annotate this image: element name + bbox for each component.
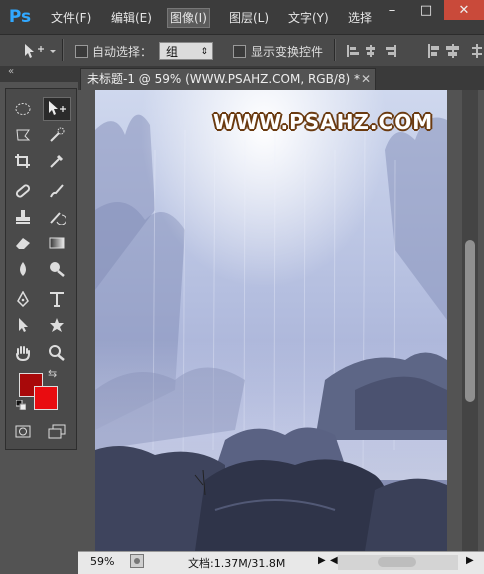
- menu-bar: Ps 文件(F) 编辑(E) 图像(I) 图层(L) 文字(Y) 选择 – □ …: [0, 0, 484, 34]
- swap-colors-icon[interactable]: ⇆: [48, 367, 57, 380]
- default-colors-icon[interactable]: [15, 399, 27, 411]
- zoom-icon[interactable]: [43, 341, 71, 365]
- menu-type[interactable]: 文字(Y): [286, 9, 331, 27]
- auto-select-checkbox[interactable]: [75, 45, 88, 58]
- horizontal-scroll-thumb[interactable]: [378, 557, 416, 567]
- restore-button[interactable]: □: [408, 0, 444, 20]
- menu-layer[interactable]: 图层(L): [227, 9, 271, 27]
- menu-image[interactable]: 图像(I): [167, 8, 210, 28]
- menu-file[interactable]: 文件(F): [49, 9, 93, 27]
- photoshop-logo[interactable]: Ps: [5, 5, 35, 29]
- eyedropper-icon[interactable]: [43, 149, 71, 173]
- path-select-icon[interactable]: [9, 313, 37, 337]
- menu-select[interactable]: 选择: [346, 9, 374, 27]
- document-tab[interactable]: 未标题-1 @ 59% (WWW.PSAHZ.COM, RGB/8) * ✕: [80, 68, 376, 90]
- document-size: 文档:1.37M/31.8M: [188, 557, 286, 570]
- options-separator: [62, 39, 64, 61]
- crop-icon[interactable]: [9, 149, 37, 173]
- minimize-button[interactable]: –: [374, 0, 410, 20]
- canvas-image[interactable]: WWW.PSAHZ.COM: [95, 90, 447, 551]
- zoom-level[interactable]: 59%: [90, 555, 114, 568]
- auto-select-label: 自动选择：: [92, 45, 153, 59]
- vertical-scroll-thumb[interactable]: [465, 240, 475, 402]
- toolbox: ⇆: [5, 88, 77, 450]
- document-tab-title: 未标题-1 @ 59% (WWW.PSAHZ.COM, RGB/8) *: [87, 72, 360, 86]
- menu-edit[interactable]: 编辑(E): [109, 9, 154, 27]
- hand-icon[interactable]: [9, 341, 37, 365]
- status-bar: 59% 文档:1.37M/31.8M ▶ ◀ ▶: [78, 551, 484, 574]
- quick-select-icon[interactable]: [43, 123, 71, 147]
- show-transform-checkbox[interactable]: [233, 45, 246, 58]
- shape-icon[interactable]: [43, 313, 71, 337]
- toolbox-header[interactable]: «: [0, 66, 78, 82]
- auto-select-dropdown[interactable]: 组 ⇕: [159, 42, 213, 60]
- background-color-swatch[interactable]: [34, 386, 58, 410]
- watermark-text: WWW.PSAHZ.COM: [213, 110, 434, 134]
- blur-icon[interactable]: [9, 257, 37, 281]
- pen-icon[interactable]: [9, 287, 37, 311]
- scroll-left-icon[interactable]: ◀: [330, 555, 338, 566]
- spinner-arrows-icon: ⇕: [200, 47, 208, 57]
- align-buttons: [346, 43, 484, 62]
- status-menu-icon[interactable]: [130, 554, 144, 571]
- show-transform-label: 显示变换控件: [251, 45, 324, 59]
- auto-select-value: 组: [166, 45, 179, 59]
- quick-mask-icon[interactable]: [9, 419, 37, 443]
- eraser-icon[interactable]: [9, 231, 37, 255]
- move-tool-preset-icon[interactable]: [22, 43, 56, 62]
- brush-icon[interactable]: [43, 179, 71, 203]
- dodge-icon[interactable]: [43, 257, 71, 281]
- screen-mode-icon[interactable]: [43, 419, 71, 443]
- healing-icon[interactable]: [9, 179, 37, 203]
- gradient-icon[interactable]: [43, 231, 71, 255]
- stamp-icon[interactable]: [9, 205, 37, 229]
- lasso-icon[interactable]: [9, 123, 37, 147]
- history-brush-icon[interactable]: [43, 205, 71, 229]
- close-button[interactable]: ✕: [444, 0, 484, 20]
- marquee-icon[interactable]: [9, 97, 37, 121]
- type-icon[interactable]: [43, 287, 71, 311]
- document-tab-bar: 未标题-1 @ 59% (WWW.PSAHZ.COM, RGB/8) * ✕: [78, 66, 484, 90]
- close-tab-icon[interactable]: ✕: [361, 69, 371, 89]
- options-separator: [334, 39, 336, 61]
- collapse-icon[interactable]: «: [8, 66, 14, 77]
- options-bar: 自动选择： 组 ⇕ 显示变换控件: [0, 34, 484, 68]
- move-icon[interactable]: [43, 97, 71, 121]
- status-arrow-icon[interactable]: ▶: [318, 555, 326, 566]
- scroll-right-icon[interactable]: ▶: [466, 555, 474, 566]
